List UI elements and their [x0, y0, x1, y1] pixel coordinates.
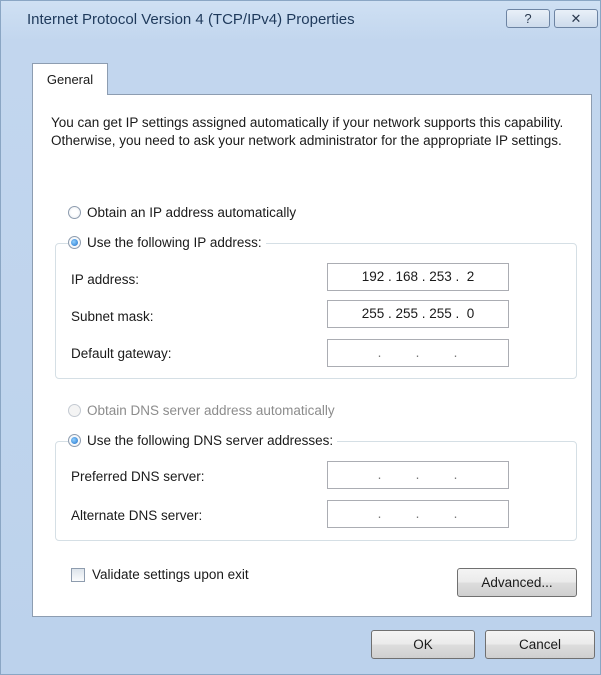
radio-icon — [68, 206, 81, 219]
help-icon: ? — [524, 11, 532, 26]
subnet-mask-label: Subnet mask: — [71, 309, 154, 324]
validate-settings-label: Validate settings upon exit — [92, 567, 249, 582]
validate-settings-checkbox[interactable]: Validate settings upon exit — [71, 567, 249, 582]
radio-disabled-icon — [68, 404, 81, 417]
default-gateway-input[interactable]: . . . — [327, 339, 509, 367]
help-button[interactable]: ? — [506, 9, 550, 28]
close-icon: ✕ — [570, 10, 582, 26]
subnet-mask-input[interactable]: 255 . 255 . 255 . 0 — [327, 300, 509, 328]
alternate-dns-label: Alternate DNS server: — [71, 508, 203, 523]
radio-checked-icon — [68, 434, 81, 447]
preferred-dns-input[interactable]: . . . — [327, 461, 509, 489]
use-following-ip-label: Use the following IP address: — [87, 235, 262, 250]
description-text: You can get IP settings assigned automat… — [51, 115, 564, 148]
checkbox-icon — [71, 567, 85, 582]
window-title: Internet Protocol Version 4 (TCP/IPv4) P… — [27, 11, 355, 28]
use-following-dns-radio[interactable]: Use the following DNS server addresses: — [68, 433, 338, 448]
use-following-dns-label: Use the following DNS server addresses: — [87, 433, 334, 448]
obtain-dns-auto-radio[interactable]: Obtain DNS server address automatically — [68, 403, 339, 418]
ip-address-label: IP address: — [71, 272, 140, 287]
alternate-dns-input[interactable]: . . . — [327, 500, 509, 528]
close-button[interactable]: ✕ — [554, 9, 598, 28]
tab-general[interactable]: General — [32, 63, 108, 95]
ip-address-input[interactable]: 192 . 168 . 253 . 2 — [327, 263, 509, 291]
obtain-ip-auto-label: Obtain an IP address automatically — [87, 205, 297, 220]
obtain-dns-auto-label: Obtain DNS server address automatically — [87, 403, 335, 418]
advanced-button[interactable]: Advanced... — [457, 568, 577, 597]
preferred-dns-label: Preferred DNS server: — [71, 469, 205, 484]
ipv4-properties-dialog: Internet Protocol Version 4 (TCP/IPv4) P… — [0, 0, 601, 675]
cancel-button[interactable]: Cancel — [485, 630, 595, 659]
obtain-ip-auto-radio[interactable]: Obtain an IP address automatically — [68, 205, 301, 220]
use-following-ip-radio[interactable]: Use the following IP address: — [68, 235, 266, 250]
ok-button[interactable]: OK — [371, 630, 475, 659]
radio-checked-icon — [68, 236, 81, 249]
default-gateway-label: Default gateway: — [71, 346, 172, 361]
